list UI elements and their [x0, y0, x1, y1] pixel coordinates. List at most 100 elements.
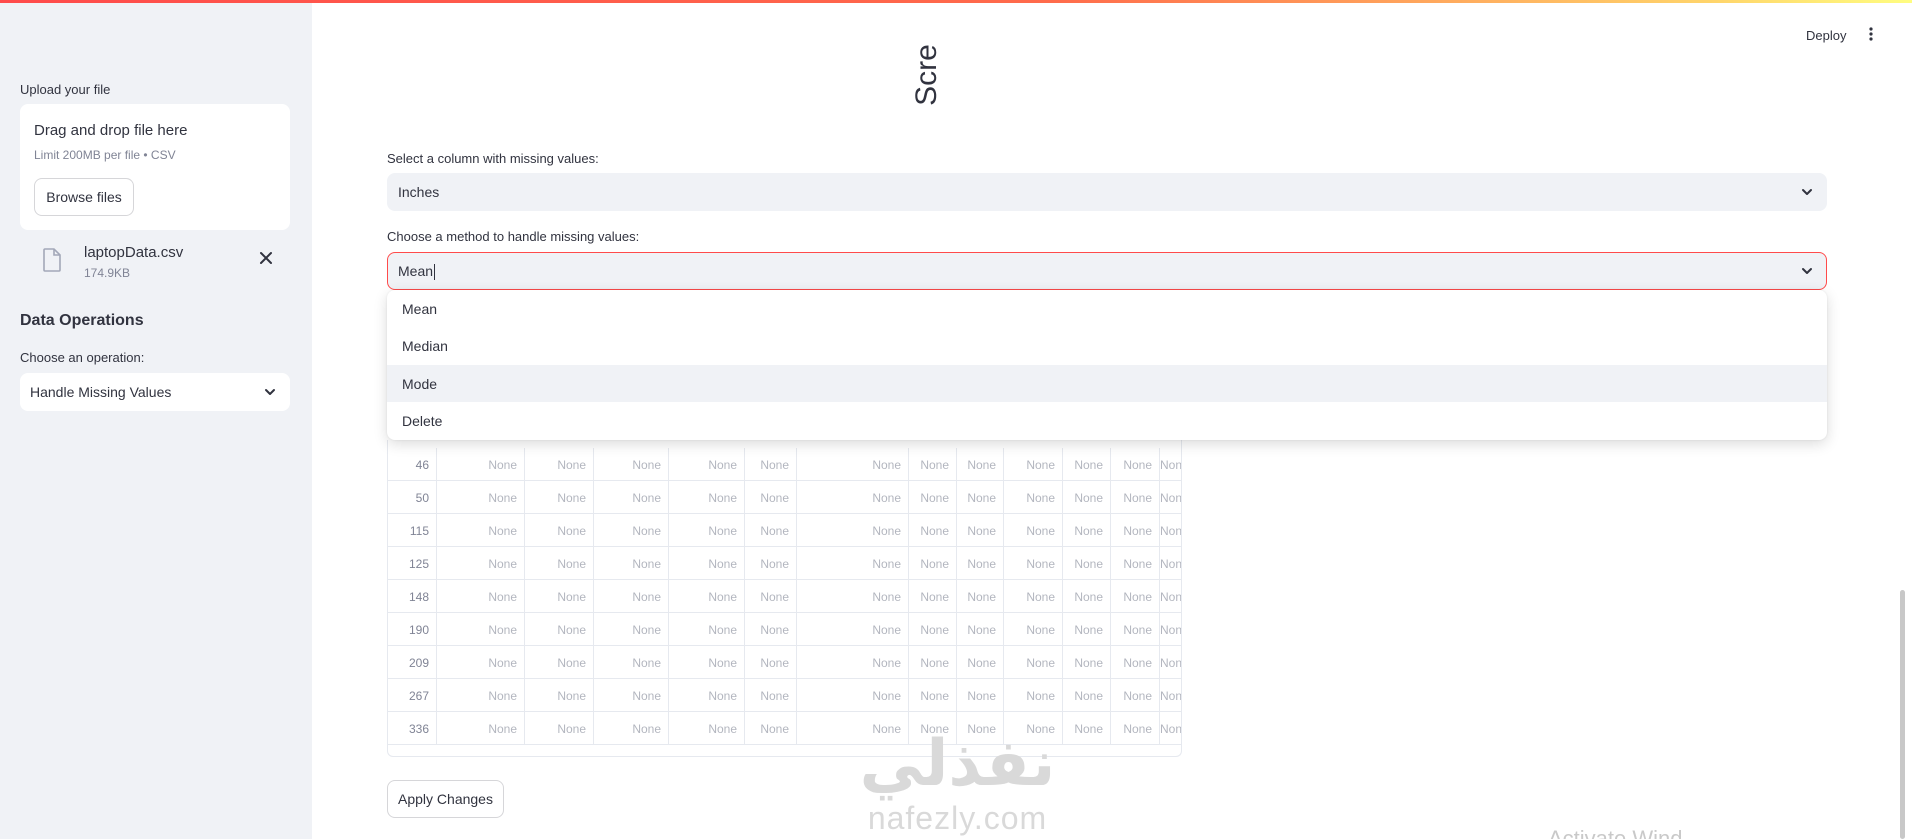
dropzone-limit-text: Limit 200MB per file • CSV	[34, 148, 176, 162]
table-cell: None	[957, 448, 1004, 481]
upload-label: Upload your file	[20, 82, 111, 97]
table-cell: None	[1160, 580, 1181, 613]
row-index-cell: 267	[388, 679, 437, 712]
table-cell: None	[745, 712, 797, 745]
table-cell: None	[437, 547, 525, 580]
page-title-partial: Scre	[910, 44, 943, 106]
table-cell: None	[1063, 448, 1111, 481]
missing-values-table[interactable]: 46 None None None None None None None None None No…	[387, 440, 1182, 757]
table-row: 190 None None None None None None None None None N…	[388, 613, 1181, 646]
table-cell: None	[909, 613, 957, 646]
dropdown-option-mean[interactable]: Mean	[387, 290, 1827, 327]
table-cell: None	[797, 646, 909, 679]
table-cell: None	[1160, 712, 1181, 745]
dropdown-option-mode[interactable]: Mode	[387, 365, 1827, 402]
apply-changes-button[interactable]: Apply Changes	[387, 780, 504, 818]
header-decoration-bar	[0, 0, 1912, 3]
table-row: 50 None None None None None None None None None No…	[388, 481, 1181, 514]
table-cell: None	[594, 679, 669, 712]
table-cell: None	[1111, 679, 1160, 712]
table-cell: None	[957, 679, 1004, 712]
table-cell: None	[745, 448, 797, 481]
file-dropzone[interactable]: Drag and drop file here Limit 200MB per …	[20, 104, 290, 230]
sidebar: Upload your file Drag and drop file here…	[0, 0, 312, 839]
table-cell: None	[525, 613, 594, 646]
dropdown-option-delete[interactable]: Delete	[387, 402, 1827, 439]
table-cell: None	[1111, 481, 1160, 514]
row-index-cell: 336	[388, 712, 437, 745]
table-cell: None	[594, 580, 669, 613]
table-cell: None	[525, 448, 594, 481]
table-cell: None	[745, 547, 797, 580]
table-cell: None	[594, 448, 669, 481]
table-cell: None	[437, 514, 525, 547]
table-cell: None	[437, 448, 525, 481]
table-cell: None	[1004, 613, 1063, 646]
page-scrollbar[interactable]	[1900, 590, 1905, 839]
table-cell: None	[525, 712, 594, 745]
table-cell: None	[1111, 514, 1160, 547]
table-cell: None	[669, 448, 745, 481]
table-cell: None	[594, 514, 669, 547]
table-cell: None	[1160, 481, 1181, 514]
table-cell: None	[669, 646, 745, 679]
table-cell: None	[909, 580, 957, 613]
chevron-down-icon	[265, 389, 275, 395]
table-cell: None	[669, 547, 745, 580]
column-select-value: Inches	[398, 184, 440, 200]
table-row: 115 None None None None None None None None None N…	[388, 514, 1181, 547]
table-cell: None	[525, 481, 594, 514]
method-select-value: Mean	[398, 263, 434, 279]
operation-select[interactable]: Handle Missing Values	[20, 373, 290, 411]
browse-files-button[interactable]: Browse files	[34, 178, 134, 216]
table-cell: None	[1111, 646, 1160, 679]
table-cell: None	[594, 481, 669, 514]
file-size: 174.9KB	[84, 266, 131, 280]
table-row: 267 None None None None None None None None None N…	[388, 679, 1181, 712]
data-operations-heading: Data Operations	[20, 312, 144, 329]
table-cell: None	[1160, 547, 1181, 580]
table-cell: None	[1004, 481, 1063, 514]
table-cell: None	[1063, 679, 1111, 712]
dropzone-title: Drag and drop file here	[34, 122, 188, 139]
table-cell: None	[909, 679, 957, 712]
table-row: 148 None None None None None None None None None N…	[388, 580, 1181, 613]
table-cell: None	[594, 547, 669, 580]
table-cell: None	[525, 580, 594, 613]
table-cell: None	[745, 481, 797, 514]
row-index-cell: 125	[388, 547, 437, 580]
table-row: 209 None None None None None None None None None N…	[388, 646, 1181, 679]
table-cell: None	[909, 514, 957, 547]
table-cell: None	[1111, 712, 1160, 745]
remove-file-icon[interactable]	[256, 248, 276, 268]
table-cell: None	[797, 547, 909, 580]
deploy-button[interactable]: Deploy	[1806, 28, 1846, 43]
table-cell: None	[1111, 580, 1160, 613]
table-cell: None	[525, 679, 594, 712]
row-index-cell: 190	[388, 613, 437, 646]
table-cell: None	[669, 580, 745, 613]
table-cell: None	[1063, 712, 1111, 745]
table-cell: None	[909, 547, 957, 580]
table-cell: None	[797, 448, 909, 481]
table-cell: None	[1111, 547, 1160, 580]
main-menu-icon[interactable]	[1864, 26, 1878, 42]
dropdown-option-median[interactable]: Median	[387, 327, 1827, 364]
row-index-cell: 115	[388, 514, 437, 547]
method-select[interactable]: Mean	[387, 252, 1827, 290]
table-cell: None	[1160, 613, 1181, 646]
table-cell: None	[437, 679, 525, 712]
table-cell: None	[909, 646, 957, 679]
table-cell: None	[1063, 514, 1111, 547]
column-select[interactable]: Inches	[387, 173, 1827, 211]
table-cell: None	[957, 547, 1004, 580]
table-cell: None	[1004, 547, 1063, 580]
operation-label: Choose an operation:	[20, 350, 145, 365]
file-name: laptopData.csv	[84, 244, 184, 261]
table-cell: None	[437, 613, 525, 646]
operation-select-value: Handle Missing Values	[30, 384, 172, 400]
table-cell: None	[437, 712, 525, 745]
table-cell: None	[669, 481, 745, 514]
table-cell: None	[957, 646, 1004, 679]
table-cell: None	[797, 514, 909, 547]
